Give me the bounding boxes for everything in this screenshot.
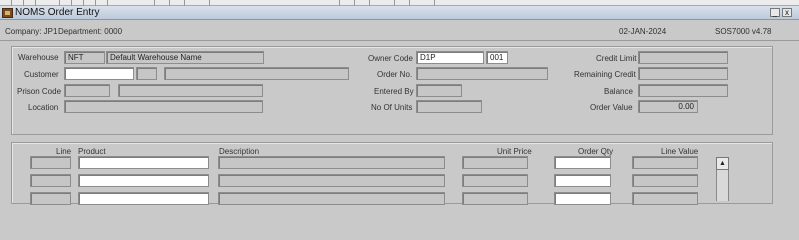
- line-value-field[interactable]: [632, 174, 698, 187]
- credit-limit-field[interactable]: [638, 51, 728, 64]
- owner-code-secondary-field[interactable]: 001: [486, 51, 508, 64]
- prison-code-field[interactable]: [64, 84, 110, 97]
- department-label: Department: 0000: [58, 27, 123, 36]
- prison-code-label: Prison Code: [17, 87, 62, 96]
- credit-limit-label: Credit Limit: [596, 54, 637, 63]
- unit-price-field[interactable]: [462, 192, 528, 205]
- lines-scrollbar[interactable]: [716, 170, 729, 201]
- current-date: 02-JAN-2024: [619, 27, 667, 36]
- column-header-product: Product: [78, 147, 106, 156]
- no-of-units-label: No Of Units: [371, 103, 413, 112]
- remaining-credit-field[interactable]: [638, 67, 728, 80]
- order-no-label: Order No.: [377, 70, 413, 79]
- warehouse-label: Warehouse: [18, 53, 59, 62]
- description-field[interactable]: [218, 174, 445, 187]
- description-field[interactable]: [218, 156, 445, 169]
- customer-label: Customer: [24, 70, 59, 79]
- location-field[interactable]: [64, 100, 263, 113]
- customer-name-field[interactable]: [164, 67, 349, 80]
- company-label: Company: JP1: [5, 27, 58, 36]
- warehouse-code-field[interactable]: NFT: [64, 51, 105, 64]
- line-number-field[interactable]: [30, 174, 71, 187]
- form-version: SOS7000 v4.78: [715, 27, 772, 36]
- minimize-button[interactable]: _: [770, 8, 780, 17]
- info-bar: Company: JP1 Department: 0000 02-JAN-202…: [0, 21, 799, 41]
- line-number-field[interactable]: [30, 156, 71, 169]
- window-titlebar: NOMS Order Entry _ x: [0, 6, 799, 20]
- entered-by-field[interactable]: [416, 84, 462, 97]
- balance-label: Balance: [604, 87, 633, 96]
- product-field[interactable]: [78, 192, 209, 205]
- owner-code-field[interactable]: D1P: [416, 51, 484, 64]
- line-value-field[interactable]: [632, 192, 698, 205]
- scroll-up-button[interactable]: ▲: [716, 157, 729, 170]
- column-header-line-value: Line Value: [661, 147, 699, 156]
- order-qty-field[interactable]: [554, 192, 611, 205]
- remaining-credit-label: Remaining Credit: [574, 70, 636, 79]
- unit-price-field[interactable]: [462, 156, 528, 169]
- line-number-field[interactable]: [30, 192, 71, 205]
- order-value-field[interactable]: 0.00: [638, 100, 698, 113]
- order-value-label: Order Value: [590, 103, 633, 112]
- order-no-field[interactable]: [416, 67, 548, 80]
- line-value-field[interactable]: [632, 156, 698, 169]
- column-header-description: Description: [219, 147, 260, 156]
- product-field[interactable]: [78, 156, 209, 169]
- customer-check-field[interactable]: [136, 67, 157, 80]
- window-title: NOMS Order Entry: [15, 7, 100, 18]
- prison-name-field[interactable]: [118, 84, 263, 97]
- description-field[interactable]: [218, 192, 445, 205]
- location-label: Location: [28, 103, 59, 112]
- warehouse-name-field[interactable]: Default Warehouse Name: [106, 51, 264, 64]
- app-icon: [2, 8, 13, 18]
- owner-code-label: Owner Code: [368, 54, 413, 63]
- column-header-line: Line: [56, 147, 72, 156]
- unit-price-field[interactable]: [462, 174, 528, 187]
- order-qty-field[interactable]: [554, 156, 611, 169]
- no-of-units-field[interactable]: [416, 100, 482, 113]
- order-qty-field[interactable]: [554, 174, 611, 187]
- customer-code-field[interactable]: [64, 67, 134, 80]
- column-header-unit-price: Unit Price: [497, 147, 532, 156]
- column-header-order-qty: Order Qty: [578, 147, 614, 156]
- entered-by-label: Entered By: [374, 87, 414, 96]
- balance-field[interactable]: [638, 84, 728, 97]
- product-field[interactable]: [78, 174, 209, 187]
- close-button[interactable]: x: [782, 8, 792, 17]
